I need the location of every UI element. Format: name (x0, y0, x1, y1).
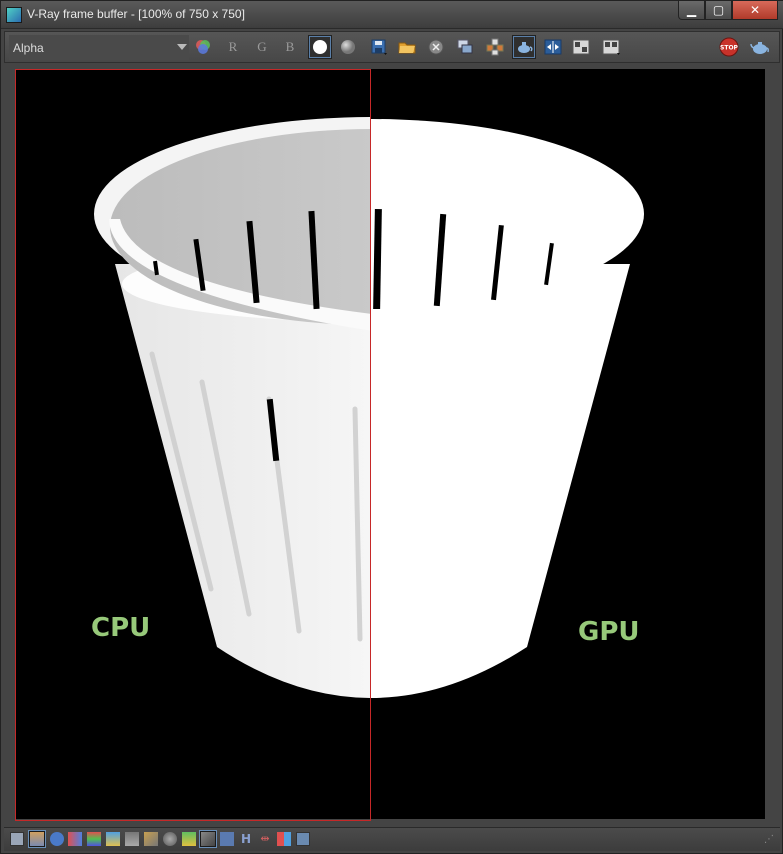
stop-icon: STOP (719, 37, 739, 57)
levels-icon[interactable] (87, 832, 101, 846)
green-channel-button[interactable]: G (250, 35, 274, 59)
flag-icon[interactable] (277, 832, 291, 846)
compare-split-icon[interactable]: ⇹ (258, 832, 272, 846)
grey-circle-icon (341, 40, 355, 54)
stamp-icon[interactable] (220, 832, 234, 846)
pixel-aspect-icon[interactable] (296, 832, 310, 846)
h-icon[interactable]: H (239, 832, 253, 846)
history-icon[interactable] (29, 831, 45, 847)
render-canvas[interactable]: CPU GPU (15, 69, 765, 819)
gpu-label: GPU (578, 617, 640, 647)
white-circle-icon (313, 40, 327, 54)
ab-horizontal-icon (572, 39, 590, 55)
close-button[interactable]: ✕ (732, 1, 778, 20)
cpu-label: CPU (91, 613, 151, 643)
maximize-button[interactable]: ▢ (705, 1, 732, 20)
compare-icon (544, 39, 562, 55)
open-button[interactable] (395, 35, 419, 59)
ab-vertical-button[interactable] (599, 35, 623, 59)
render-teapot-icon (750, 42, 769, 54)
ab-horizontal-button[interactable] (569, 35, 593, 59)
blue-channel-button[interactable]: B (278, 35, 302, 59)
color-channels-icon (196, 40, 210, 54)
window-title: V-Ray frame buffer - [100% of 750 x 750] (27, 7, 245, 21)
toolbar: Alpha R G B STOP (4, 31, 780, 63)
open-folder-icon (398, 42, 416, 54)
save-icon (371, 39, 387, 55)
stop-render-button[interactable]: STOP (717, 35, 741, 59)
clear-icon (428, 39, 444, 55)
track-mouse-button[interactable] (483, 35, 507, 59)
color-channels-button[interactable] (191, 35, 215, 59)
alpha-view-button[interactable] (308, 35, 332, 59)
title-bar[interactable]: V-Ray frame buffer - [100% of 750 x 750]… (1, 1, 783, 29)
settings-icon[interactable] (182, 832, 196, 846)
vray-app-icon (6, 7, 22, 23)
channel-dropdown[interactable]: Alpha (9, 35, 189, 60)
render-button[interactable] (748, 35, 772, 59)
render-region-button[interactable] (512, 35, 536, 59)
curves-icon[interactable] (106, 832, 120, 846)
vray-frame-buffer-window: V-Ray frame buffer - [100% of 750 x 750]… (0, 0, 783, 854)
green-channel-label: G (257, 39, 267, 54)
ab-vertical-icon (602, 39, 620, 55)
blue-channel-label: B (285, 39, 295, 54)
render-region-icon (518, 42, 533, 53)
clear-image-button[interactable] (424, 35, 448, 59)
compare-button[interactable] (541, 35, 565, 59)
color-correction-icon[interactable] (68, 832, 82, 846)
track-mouse-icon (486, 38, 504, 56)
minimize-button[interactable]: ▁ (678, 1, 705, 20)
rendered-bucket-image (94, 117, 644, 698)
duplicate-icon (457, 39, 473, 54)
lut-icon[interactable] (163, 832, 177, 846)
window-controls: ▁ ▢ ✕ (678, 1, 778, 21)
duplicate-to-max-button[interactable] (453, 35, 477, 59)
display-icon[interactable] (10, 832, 24, 846)
status-bar: H ⇹ ⋰ (4, 827, 780, 851)
chevron-down-icon[interactable] (177, 44, 187, 50)
svg-text:STOP: STOP (720, 45, 739, 52)
monochrome-button[interactable] (336, 35, 360, 59)
info-icon[interactable] (50, 832, 64, 846)
save-button[interactable] (367, 35, 391, 59)
red-channel-button[interactable]: R (221, 35, 245, 59)
channel-value: Alpha (13, 40, 44, 55)
resize-grip-icon[interactable]: ⋰ (764, 834, 774, 845)
exposure-icon[interactable] (144, 832, 158, 846)
red-channel-label: R (228, 39, 238, 54)
lens-effects-icon[interactable] (200, 831, 216, 847)
histogram-icon[interactable] (125, 832, 139, 846)
